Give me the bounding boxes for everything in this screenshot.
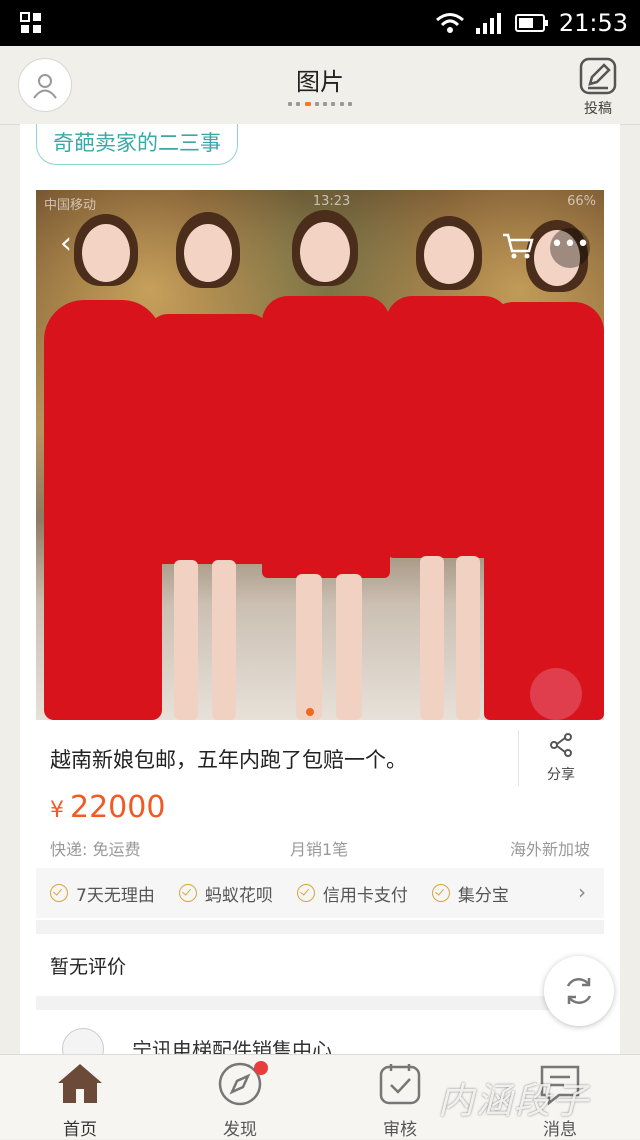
submit-label: 投稿 (584, 101, 612, 117)
check-circle-icon (431, 884, 450, 902)
chevron-right-icon: › (578, 880, 586, 904)
edit-icon (579, 57, 617, 95)
app-grid-icon (20, 12, 41, 33)
screenshot-battery: 66% (567, 194, 596, 209)
tab-discover[interactable]: 发现 (160, 1055, 320, 1140)
services-row[interactable]: 7天无理由 蚂蚁花呗 信用卡支付 集分宝 › (36, 868, 604, 918)
refresh-icon (566, 978, 592, 1004)
price-value: 22000 (70, 790, 166, 825)
seller-name[interactable]: 宁讯电梯配件销售中心 (132, 1034, 332, 1054)
price: ¥22000 (50, 790, 165, 825)
battery-icon (514, 14, 548, 32)
share-label: 分享 (547, 767, 575, 783)
cart-icon (503, 233, 534, 259)
shipping-info: 快递: 免运费 (50, 840, 141, 859)
top-header: 图片 投稿 (0, 46, 640, 125)
notification-badge (254, 1061, 268, 1075)
carousel-dot (306, 708, 314, 716)
tab-home[interactable]: 首页 (0, 1055, 160, 1140)
wifi-icon (435, 13, 464, 33)
page-indicator (288, 102, 352, 106)
more-icon: ••• (550, 228, 590, 268)
post-card: 奇葩卖家的二三事 中国移动 13:23 66% ‹ ••• 越南新娘包邮，五年内… (20, 124, 620, 1070)
status-bar: 21:53 (0, 0, 640, 46)
screenshot-carrier: 中国移动 (44, 198, 97, 213)
page-title: 图片 (296, 68, 344, 96)
floating-circle-icon (530, 668, 582, 720)
check-circle-icon (296, 884, 315, 902)
ship-from-location: 海外新加坡 (509, 840, 590, 859)
service-item: 集分宝 (431, 881, 509, 906)
price-currency: ¥ (50, 798, 64, 823)
share-button[interactable]: 分享 (518, 730, 603, 786)
tab-label: 首页 (63, 1120, 97, 1140)
watermark: 内涵段子 (438, 1081, 591, 1122)
service-item: 7天无理由 (50, 881, 155, 906)
post-image[interactable]: 中国移动 13:23 66% ‹ ••• (36, 190, 604, 720)
check-circle-icon (50, 884, 68, 902)
category-tag[interactable]: 奇葩卖家的二三事 (36, 124, 238, 165)
review-icon (379, 1064, 421, 1105)
share-icon (550, 733, 572, 757)
signal-icon (475, 13, 501, 34)
reviews-label[interactable]: 暂无评价 (50, 952, 126, 979)
service-item: 蚂蚁花呗 (178, 881, 273, 906)
check-circle-icon (178, 884, 197, 902)
clock: 21:53 (558, 9, 628, 37)
home-icon (58, 1064, 102, 1103)
submit-post-button[interactable]: 投稿 (570, 54, 626, 118)
refresh-button[interactable] (544, 956, 614, 1026)
tab-label: 发现 (223, 1120, 257, 1140)
service-item: 信用卡支付 (296, 881, 408, 906)
monthly-sales: 月销1笔 (290, 840, 349, 859)
product-title: 越南新娘包邮，五年内跑了包赔一个。 (50, 748, 407, 772)
back-icon: ‹ (60, 226, 72, 261)
